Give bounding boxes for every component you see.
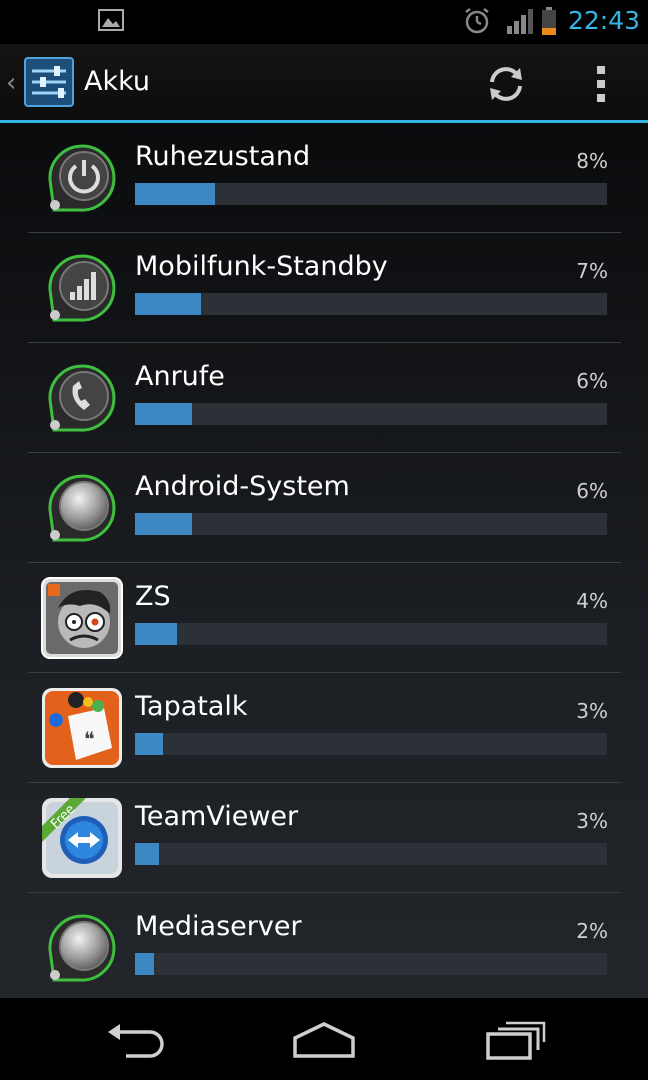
item-percent: 4% bbox=[576, 589, 608, 613]
item-label: ZS bbox=[135, 581, 171, 612]
battery-usage-list: Ruhezustand 8% Mobilfunk-Standby 7% Anru… bbox=[0, 123, 648, 998]
item-label: Android-System bbox=[135, 471, 350, 502]
zs-app-icon bbox=[41, 577, 123, 659]
list-item[interactable]: ❝ Tapatalk 3% bbox=[0, 673, 648, 783]
usage-bar-fill bbox=[135, 403, 192, 425]
home-icon[interactable] bbox=[291, 1020, 357, 1058]
phone-icon bbox=[48, 364, 116, 432]
usage-bar-fill bbox=[135, 513, 192, 535]
list-item[interactable]: ZS 4% bbox=[0, 563, 648, 673]
item-label: Tapatalk bbox=[135, 691, 248, 722]
usage-bar-fill bbox=[135, 623, 178, 645]
item-percent: 3% bbox=[576, 809, 608, 833]
list-item[interactable]: Anrufe 6% bbox=[0, 343, 648, 453]
signal-bars-icon bbox=[48, 254, 116, 322]
item-percent: 8% bbox=[576, 149, 608, 173]
item-percent: 3% bbox=[576, 699, 608, 723]
android-system-icon bbox=[48, 474, 116, 542]
item-label: Mediaserver bbox=[135, 911, 302, 942]
usage-bar bbox=[135, 843, 607, 865]
signal-icon bbox=[507, 9, 533, 34]
list-item[interactable]: Ruhezustand 8% bbox=[0, 123, 648, 233]
list-item[interactable]: Mobilfunk-Standby 7% bbox=[0, 233, 648, 343]
usage-bar-fill bbox=[135, 733, 164, 755]
tapatalk-app-icon: ❝ bbox=[42, 688, 122, 768]
item-label: Ruhezustand bbox=[135, 141, 311, 172]
usage-bar bbox=[135, 293, 607, 315]
item-percent: 2% bbox=[576, 919, 608, 943]
item-percent: 6% bbox=[576, 479, 608, 503]
item-percent: 7% bbox=[576, 259, 608, 283]
svg-text:❝: ❝ bbox=[84, 727, 95, 751]
usage-bar bbox=[135, 513, 607, 535]
usage-bar bbox=[135, 403, 607, 425]
status-bar: 22:43 bbox=[0, 0, 648, 44]
usage-bar bbox=[135, 623, 607, 645]
teamviewer-app-icon: Free bbox=[42, 798, 122, 878]
page-title: Akku bbox=[84, 66, 151, 97]
clock: 22:43 bbox=[568, 6, 641, 35]
list-item[interactable]: Mediaserver 2% bbox=[0, 893, 648, 998]
item-label: Anrufe bbox=[135, 361, 225, 392]
usage-bar-fill bbox=[135, 293, 202, 315]
up-navigation-chevron-icon[interactable]: ‹ bbox=[6, 68, 16, 98]
power-icon bbox=[48, 144, 116, 212]
battery-low-icon bbox=[542, 7, 556, 35]
usage-bar bbox=[135, 953, 607, 975]
usage-bar bbox=[135, 183, 607, 205]
navigation-bar bbox=[0, 998, 648, 1080]
image-icon bbox=[98, 9, 124, 31]
list-item[interactable]: Android-System 6% bbox=[0, 453, 648, 563]
action-bar: ‹ Akku bbox=[0, 44, 648, 123]
overflow-menu-icon[interactable] bbox=[592, 64, 610, 104]
item-label: Mobilfunk-Standby bbox=[135, 251, 388, 282]
back-icon[interactable] bbox=[104, 1020, 166, 1060]
usage-bar-fill bbox=[135, 843, 159, 865]
recent-apps-icon[interactable] bbox=[484, 1020, 546, 1060]
item-label: TeamViewer bbox=[135, 801, 299, 832]
usage-bar bbox=[135, 733, 607, 755]
usage-bar-fill bbox=[135, 183, 216, 205]
usage-bar-fill bbox=[135, 953, 154, 975]
list-item[interactable]: Free TeamViewer 3% bbox=[0, 783, 648, 893]
item-percent: 6% bbox=[576, 369, 608, 393]
settings-sliders-icon[interactable] bbox=[24, 57, 74, 107]
refresh-icon[interactable] bbox=[484, 62, 528, 106]
alarm-icon bbox=[465, 8, 489, 34]
mediaserver-icon bbox=[48, 914, 116, 982]
